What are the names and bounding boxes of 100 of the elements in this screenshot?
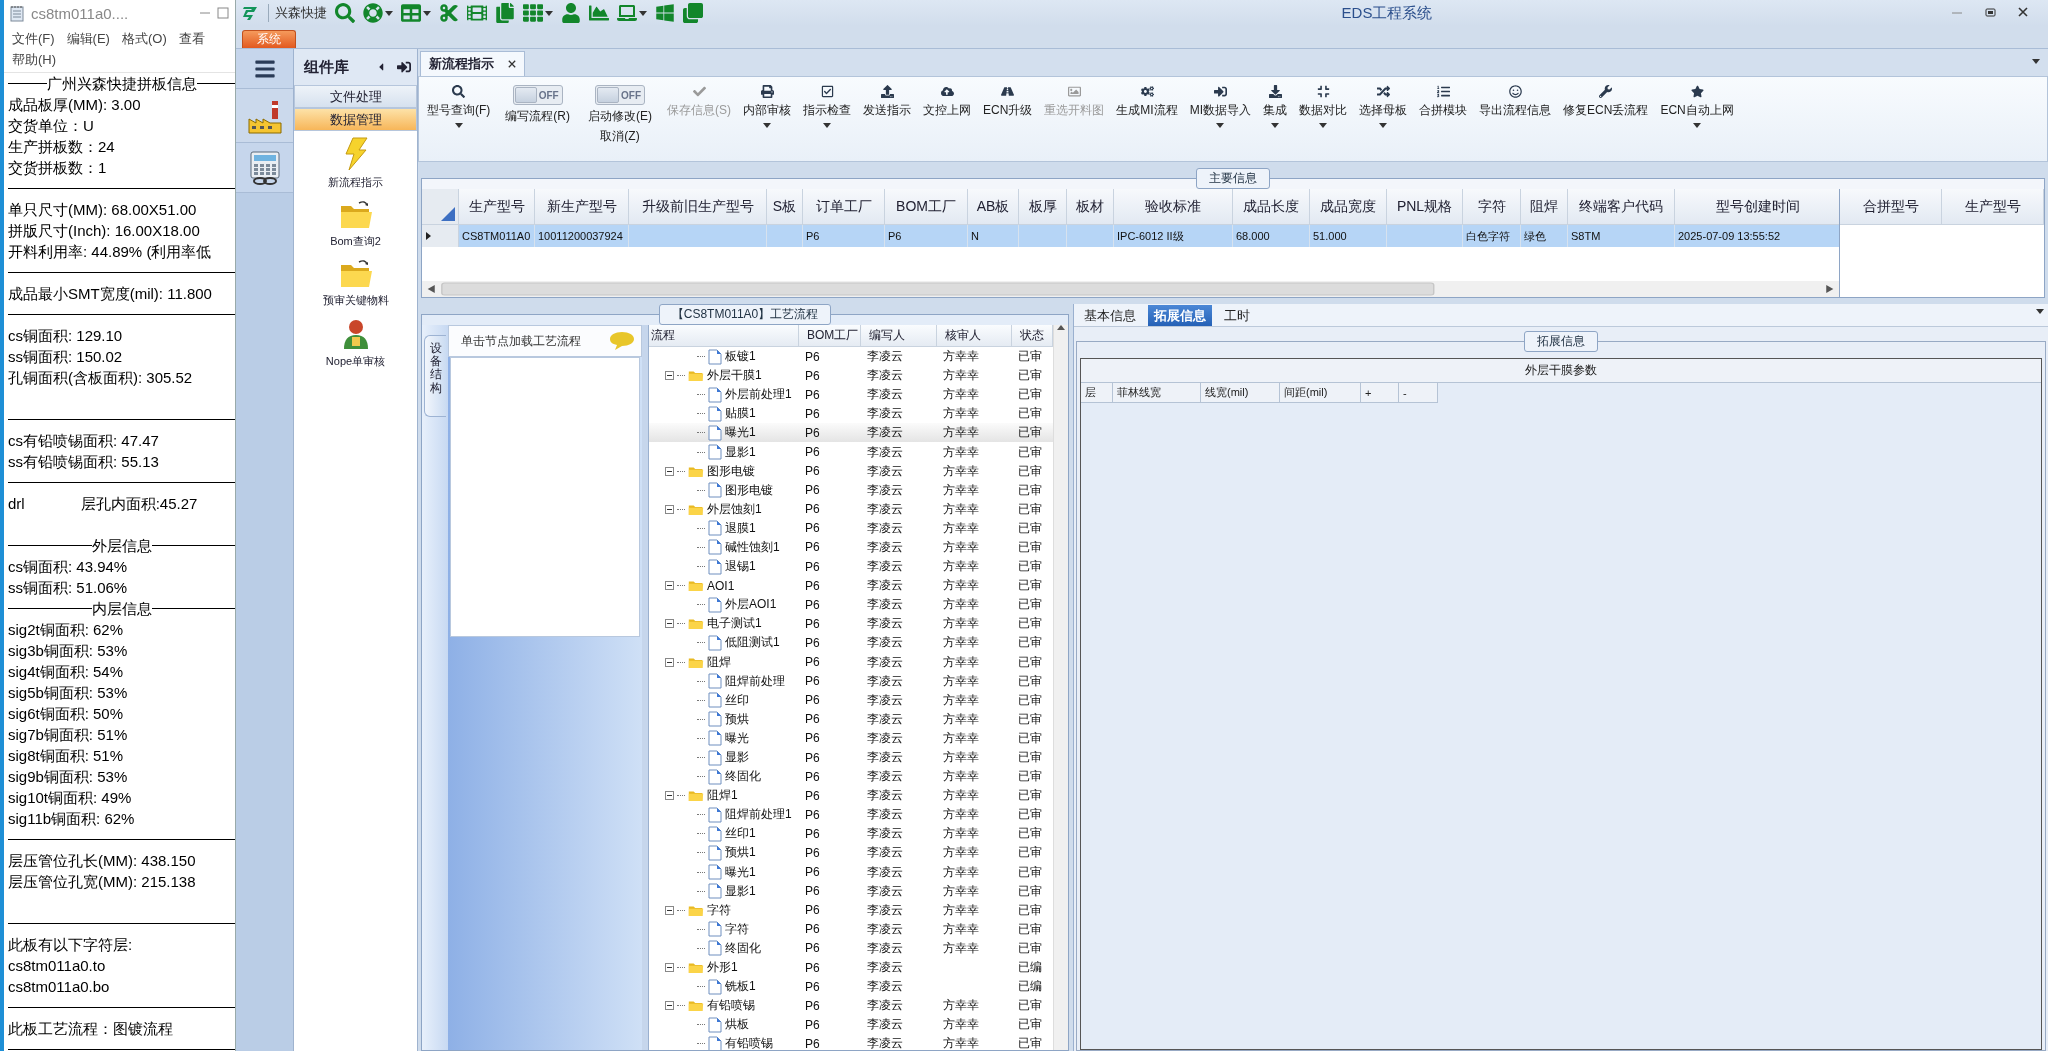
collapse-icon[interactable] [665,657,674,667]
caret-icon[interactable] [385,10,393,16]
lifebuoy-icon[interactable] [363,3,383,23]
caret-icon[interactable] [1379,123,1388,128]
toggle-switch[interactable]: OFF [595,85,645,105]
ribbon-button[interactable]: 型号查询(F) [421,83,497,130]
group-button[interactable]: 文件处理 [294,85,417,108]
ribbon-button[interactable]: 修复ECN丢流程 [1557,83,1655,121]
ribbon-button[interactable]: ECN自动上网 [1654,83,1740,130]
caret-icon[interactable] [639,10,647,16]
column-header[interactable]: 字符 [1463,189,1521,224]
component-item[interactable]: 新流程指示 [294,131,417,194]
menu-button[interactable] [236,49,293,89]
column-header[interactable]: 新生产型号 [535,189,629,224]
caret-icon[interactable] [1271,123,1280,128]
column-header[interactable]: PNL规格 [1387,189,1463,224]
column-header[interactable]: 成品长度 [1233,189,1310,224]
column-header[interactable]: BOM工厂 [885,189,968,224]
caret-icon[interactable] [1319,123,1328,128]
column-header[interactable]: 菲林线宽 [1113,383,1201,403]
toggle-label[interactable]: 取消(Z) [600,128,640,145]
caret-icon[interactable] [2036,309,2044,314]
table-icon[interactable] [401,3,421,23]
caret-icon[interactable] [454,123,463,128]
column-header[interactable]: - [1399,383,1438,403]
column-header[interactable]: 合拼型号 [1840,189,1942,224]
select-all-icon[interactable] [441,207,455,221]
ribbon-button[interactable]: 文控上网 [917,83,977,121]
collapse-icon[interactable] [665,504,674,514]
column-header[interactable]: 流程 [649,325,799,346]
caret-icon[interactable] [423,10,431,16]
column-header[interactable]: 层 [1081,383,1113,403]
clone-icon[interactable] [683,3,703,23]
collapse-icon[interactable] [665,791,674,801]
tab[interactable]: 基本信息 [1078,305,1142,326]
toggle-label[interactable]: 编写流程(R) [505,108,570,125]
caret-icon[interactable] [763,123,771,128]
column-header[interactable]: 间距(mil) [1280,383,1361,403]
collapse-icon[interactable] [665,1001,674,1011]
column-header[interactable]: 验收标准 [1114,189,1233,224]
collapse-icon[interactable] [665,619,674,629]
component-item[interactable]: Bom查询2 [294,194,417,253]
column-header[interactable]: 订单工厂 [803,189,885,224]
column-header[interactable]: 生产型号 [1942,189,2044,224]
column-header[interactable]: 阻焊 [1521,189,1568,224]
tree-row[interactable]: 曝光1 P6 李凌云 方幸幸 已审 [649,423,1053,443]
component-item[interactable]: Nope单审核 [294,312,417,373]
collapse-icon[interactable] [665,581,674,591]
column-header[interactable]: 核审人 [937,325,1012,346]
column-header[interactable]: + [1361,383,1399,403]
caret-icon[interactable] [1057,325,1065,330]
ribbon-button[interactable]: 生成MI流程 [1110,83,1184,121]
side-tab[interactable]: 设备结构 [424,335,446,417]
menu-item[interactable]: 编辑(E) [66,28,110,49]
ribbon-button[interactable]: ECN升级 [977,83,1039,121]
ribbon-button[interactable]: MI数据导入 [1183,83,1258,130]
collapse-icon[interactable] [665,466,674,476]
ribbon-button[interactable]: 导出流程信息 [1473,83,1558,121]
column-header[interactable]: S板 [767,189,803,224]
column-header[interactable]: 板厚 [1019,189,1067,224]
toggle-label[interactable]: 启动修改(E) [588,108,652,125]
document-tab[interactable]: 新流程指示 [420,51,525,76]
nav-button[interactable] [236,143,293,193]
windows-icon[interactable] [655,3,675,23]
collapse-icon[interactable] [665,371,674,381]
search-icon[interactable] [335,3,355,23]
horizontal-scrollbar[interactable] [422,281,1839,297]
component-item[interactable]: 预审关键物料 [294,253,417,312]
area-chart-icon[interactable] [589,3,609,23]
close-icon[interactable] [2018,7,2028,17]
menu-item[interactable]: 查看 [178,28,205,49]
ribbon-button[interactable]: 内部审核 [737,83,797,130]
laptop-icon[interactable] [617,3,637,23]
copy-icon[interactable] [495,3,515,23]
ribbon-button[interactable]: 指示检查 [797,83,857,130]
vertical-scrollbar[interactable] [1053,325,1068,1050]
caret-icon[interactable] [1693,123,1702,128]
caret-icon[interactable] [823,123,831,128]
caret-icon[interactable] [1216,123,1225,128]
toggle-switch[interactable]: OFF [512,85,563,105]
collapse-icon[interactable] [665,905,674,915]
column-header[interactable]: 成品宽度 [1310,189,1387,224]
menu-item[interactable]: 格式(O) [121,28,167,49]
ribbon-button[interactable]: 合拼模块 [1413,83,1474,121]
ribbon-button[interactable]: 数据对比 [1293,83,1354,130]
group-button[interactable]: 数据管理 [294,108,417,131]
caret-icon[interactable] [2032,59,2040,64]
caret-icon[interactable] [545,10,553,16]
ribbon-button[interactable]: 选择母板 [1353,83,1414,130]
sign-in-icon[interactable] [397,60,411,74]
tab[interactable]: 拓展信息 [1148,305,1212,326]
menu-item[interactable]: 帮助(H) [12,49,57,70]
column-header[interactable]: 板材 [1067,189,1114,224]
column-header[interactable]: 编写人 [861,325,937,346]
tab[interactable]: 工时 [1218,305,1256,326]
menu-item[interactable]: 文件(F) [12,28,55,49]
collapse-icon[interactable] [665,963,674,973]
grid-icon[interactable] [523,3,543,23]
scissors-icon[interactable] [439,3,459,23]
column-header[interactable]: BOM工厂 [799,325,861,346]
